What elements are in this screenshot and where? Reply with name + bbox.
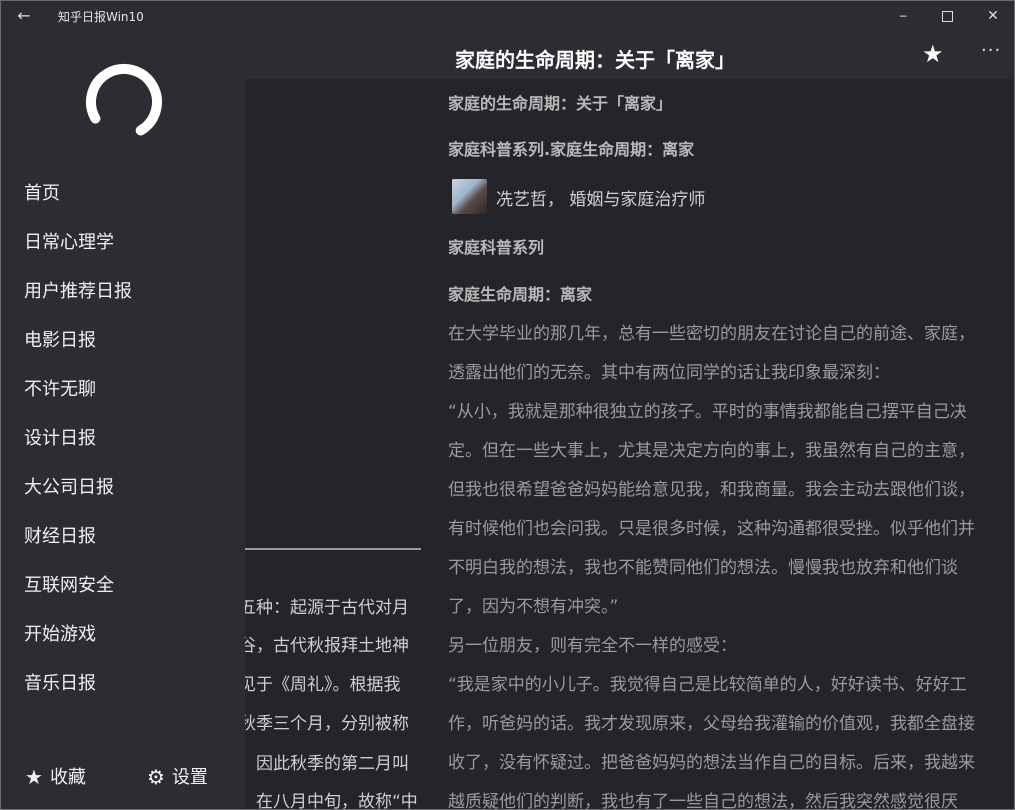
paragraph-line: 不明白我的想法，我也不能赞同他们的想法。慢慢我也放弃和他们谈 [448, 558, 958, 578]
favorite-star-button[interactable]: ★ [922, 40, 944, 68]
star-icon: ★ [922, 40, 944, 68]
paragraph-line: 在大学毕业的那几年，总有一些密切的朋友在讨论自己的前途、家庭， [448, 324, 975, 344]
paragraph-line: 另一位朋友，则有完全不一样的感受： [448, 636, 737, 656]
list-text-line[interactable]: ，因此秋季的第二月叫 [245, 749, 443, 774]
paragraph-line: 但我也很希望爸爸妈妈能给意见我，和我商量。我会主动去跟他们谈， [448, 480, 975, 500]
favorites-label: 收藏 [49, 767, 86, 788]
article-section-heading: 家庭生命周期：离家 [448, 285, 593, 304]
minimize-button[interactable]: ─ [880, 0, 926, 32]
more-options-button[interactable]: ··· [981, 40, 1001, 61]
article-header: 家庭的生命周期：关于「离家」 ★ ··· [443, 32, 1014, 79]
maximize-icon [941, 10, 953, 22]
article-title: 家庭的生命周期：关于「离家」 [455, 48, 735, 72]
close-icon: ✕ [987, 8, 999, 24]
sidebar-item-finance-daily[interactable]: 财经日报 [24, 522, 96, 552]
story-list-panel: 五种：起源于古代对月 谷，古代秋报拜土地神 见于《周礼》。根据我 秋季三个月，分… [245, 79, 443, 810]
paragraph-line: 作，听爸妈的话。我才发现原来，父母给我灌输的价值观，我都全盘接 [448, 714, 975, 734]
paragraph-line: 透露出他们的无奈。其中有两位同学的话让我印象最深刻： [448, 363, 890, 383]
more-icon: ··· [981, 40, 1002, 61]
title-bar: ← 知乎日报Win10 ─ ✕ [0, 0, 1015, 32]
list-text-line[interactable]: 秋季三个月，分别被称 [245, 709, 443, 734]
article-section-heading: 家庭科普系列 [448, 238, 545, 257]
sidebar-item-design-daily[interactable]: 设计日报 [24, 424, 96, 454]
settings-button[interactable]: ⚙ 设置 [147, 762, 208, 792]
sidebar: 首页 日常心理学 用户推荐日报 电影日报 不许无聊 设计日报 大公司日报 财经日… [1, 32, 245, 809]
maximize-button[interactable] [924, 0, 970, 32]
paragraph-line: “从小，我就是那种很独立的孩子。平时的事情我都能自己摆平自己决 [448, 402, 967, 422]
favorites-button[interactable]: ★ 收藏 [25, 762, 86, 792]
minimize-icon: ─ [899, 10, 907, 23]
loading-spinner-icon [85, 64, 162, 140]
paragraph-line: 收了，没有怀疑过。把爸爸妈妈的想法当作自己的目标。后来，我越来 [448, 753, 975, 773]
close-button[interactable]: ✕ [970, 0, 1015, 32]
sidebar-item-start-game[interactable]: 开始游戏 [24, 620, 96, 650]
star-icon: ★ [25, 765, 43, 789]
paragraph-line: 有时候他们也会问我。只是很多时候，这种沟通都很受挫。似乎他们并 [448, 519, 975, 539]
sidebar-item-daily-psychology[interactable]: 日常心理学 [24, 228, 114, 258]
back-button[interactable]: ← [10, 5, 38, 27]
sidebar-item-movie-daily[interactable]: 电影日报 [24, 326, 96, 356]
sidebar-item-user-recommended[interactable]: 用户推荐日报 [24, 277, 132, 307]
sidebar-item-home[interactable]: 首页 [24, 179, 60, 209]
article-subheading: 家庭科普系列.家庭生命周期：离家 [448, 140, 695, 159]
sidebar-item-no-boredom[interactable]: 不许无聊 [24, 375, 96, 405]
paragraph-line: “我是家中的小儿子。我觉得自己是比较简单的人，好好读书、好好工 [448, 675, 967, 695]
sidebar-item-internet-security[interactable]: 互联网安全 [24, 571, 114, 601]
back-arrow-icon: ← [17, 6, 31, 25]
list-text-line[interactable]: 见于《周礼》。根据我 [245, 670, 443, 695]
list-divider [245, 548, 421, 550]
article-heading: 家庭的生命周期：关于「离家」 [448, 94, 673, 113]
article-body: 家庭的生命周期：关于「离家」 家庭科普系列.家庭生命周期：离家 冼艺哲， 婚姻与… [443, 79, 1014, 810]
gear-icon: ⚙ [147, 765, 165, 789]
app-title: 知乎日报Win10 [58, 10, 144, 24]
sidebar-item-big-company-daily[interactable]: 大公司日报 [24, 473, 114, 503]
paragraph-line: 定。但在一些大事上，尤其是决定方向的事上，我虽然有自己的主意， [448, 441, 975, 461]
paragraph-line: 了，因为不想有冲突。” [448, 597, 619, 617]
list-text-line[interactable]: ，在八月中旬，故称“中 [245, 787, 443, 810]
author-name: 冼艺哲， 婚姻与家庭治疗师 [496, 190, 706, 210]
paragraph-line: 越质疑他们的判断，我也有了一些自己的想法，然后我突然感觉很厌 [448, 792, 958, 810]
list-text-line[interactable]: 五种：起源于古代对月 [245, 593, 443, 618]
settings-label: 设置 [171, 767, 208, 788]
avatar [452, 179, 487, 214]
sidebar-item-music-daily[interactable]: 音乐日报 [24, 669, 96, 699]
list-text-line[interactable]: 谷，古代秋报拜土地神 [245, 631, 443, 656]
